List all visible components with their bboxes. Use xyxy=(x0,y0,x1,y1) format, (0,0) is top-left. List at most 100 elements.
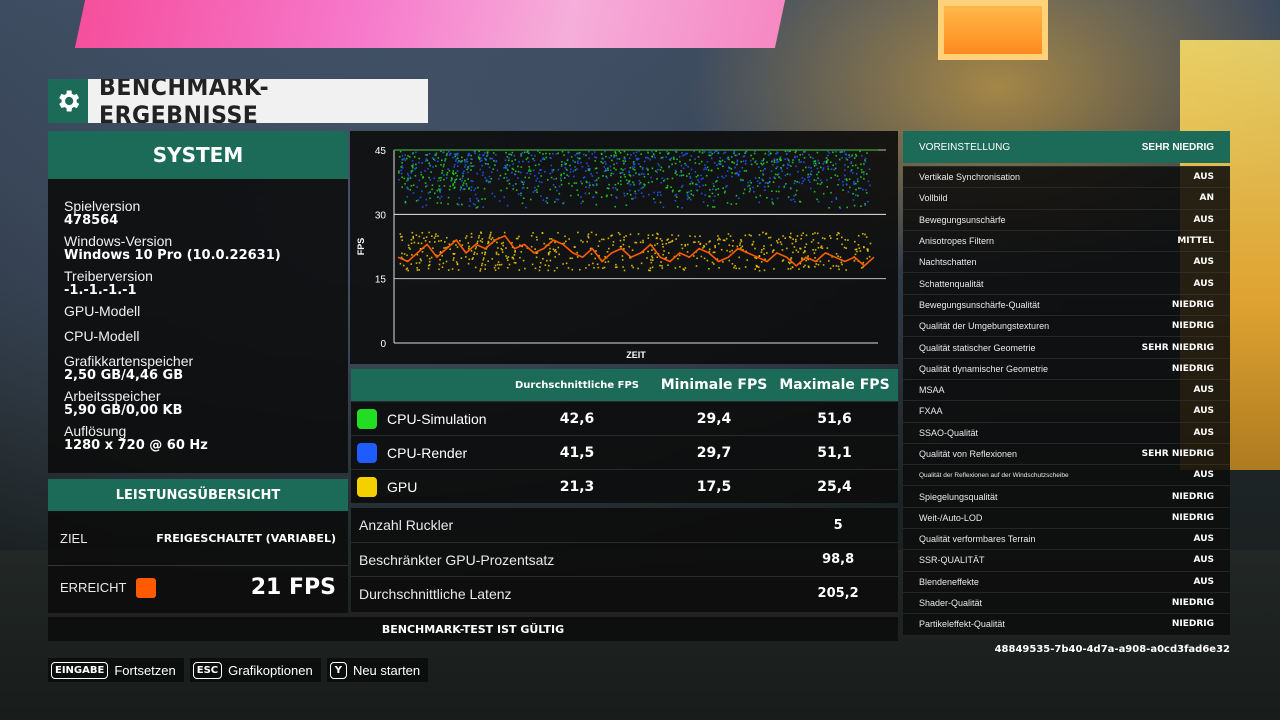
data-point xyxy=(807,179,810,181)
data-point xyxy=(404,154,406,156)
data-point xyxy=(786,173,789,175)
system-value: 1280 x 720 @ 60 Hz xyxy=(64,438,208,453)
data-point xyxy=(550,157,552,159)
data-point xyxy=(534,175,536,177)
data-point xyxy=(568,238,570,240)
data-point xyxy=(567,175,570,178)
data-point xyxy=(839,207,842,210)
achieved-fps: 21 FPS xyxy=(250,575,336,600)
data-point xyxy=(862,233,864,235)
graphics-options-button[interactable]: ESC Grafikoptionen xyxy=(189,658,321,682)
data-point xyxy=(775,153,777,155)
hint-label: Grafikoptionen xyxy=(228,662,313,678)
data-point xyxy=(686,251,689,253)
data-point xyxy=(776,241,779,244)
data-point xyxy=(612,187,614,189)
data-point xyxy=(507,259,509,261)
list-item: Durchschnittliche Latenz 205,2 xyxy=(351,576,898,610)
data-point xyxy=(435,152,438,155)
data-point xyxy=(414,167,417,170)
data-point xyxy=(588,264,590,266)
data-point xyxy=(515,183,517,185)
setting-value: NIEDRIG xyxy=(1171,491,1214,502)
data-point xyxy=(697,174,699,177)
misc-stats-panel: Anzahl Ruckler 5 Beschränkter GPU-Prozen… xyxy=(351,508,898,612)
data-point xyxy=(550,164,553,167)
data-point xyxy=(837,184,839,186)
data-point xyxy=(735,194,738,197)
data-point xyxy=(674,169,677,172)
data-point xyxy=(577,194,579,196)
data-point xyxy=(522,197,525,199)
data-point xyxy=(437,160,439,163)
data-point xyxy=(820,246,822,249)
data-point xyxy=(712,182,715,185)
data-point xyxy=(802,180,805,182)
data-point xyxy=(488,237,491,239)
data-point xyxy=(513,261,516,264)
data-point xyxy=(817,263,820,266)
data-point xyxy=(743,188,746,191)
data-point xyxy=(614,183,617,186)
data-point xyxy=(411,166,414,169)
settings-row: Anisotropes Filtern MITTEL xyxy=(903,229,1230,252)
data-point xyxy=(540,160,542,162)
data-point xyxy=(864,159,866,161)
data-point xyxy=(805,234,808,237)
data-point xyxy=(617,182,619,185)
data-point xyxy=(457,165,459,167)
data-point xyxy=(401,165,403,167)
data-point xyxy=(570,194,572,197)
data-point xyxy=(594,179,596,182)
data-point xyxy=(517,177,519,179)
data-point xyxy=(501,251,504,253)
data-point xyxy=(703,168,705,171)
continue-button[interactable]: EINGABE Fortsetzen xyxy=(48,658,184,682)
data-point xyxy=(535,179,537,182)
data-point xyxy=(810,174,813,176)
settings-row: FXAA AUS xyxy=(903,400,1230,422)
data-point xyxy=(506,180,509,182)
data-point xyxy=(704,184,707,186)
data-point xyxy=(532,158,534,160)
data-point xyxy=(814,249,817,251)
max-fps: 25,4 xyxy=(817,478,852,495)
data-point xyxy=(857,167,859,169)
data-point xyxy=(733,266,735,269)
settings-row: Bewegungsunschärfe AUS xyxy=(903,208,1230,230)
data-point xyxy=(503,177,505,179)
data-point xyxy=(641,168,644,171)
data-point xyxy=(441,255,443,257)
setting-value: MITTEL xyxy=(1177,236,1214,247)
data-point xyxy=(733,151,735,154)
data-point xyxy=(666,186,669,189)
data-point xyxy=(588,157,590,160)
data-point xyxy=(726,157,729,160)
data-point xyxy=(634,241,636,244)
data-point xyxy=(813,252,816,254)
data-point xyxy=(735,267,737,270)
data-point xyxy=(773,158,776,160)
data-point xyxy=(513,254,516,256)
data-point xyxy=(783,185,786,187)
data-point xyxy=(714,246,716,249)
data-point xyxy=(627,182,630,184)
avg-fps: 41,5 xyxy=(559,444,595,461)
data-point xyxy=(834,174,837,176)
data-point xyxy=(689,159,691,161)
data-point xyxy=(590,253,593,255)
data-point xyxy=(592,196,594,199)
enter-key-icon: EINGABE xyxy=(51,661,109,679)
data-point xyxy=(506,267,509,269)
data-point xyxy=(401,154,404,157)
restart-button[interactable]: Y Neu starten xyxy=(326,658,429,682)
data-point xyxy=(546,259,548,262)
data-point xyxy=(461,180,463,182)
page-title-bar: BENCHMARK-ERGEBNISSE xyxy=(48,79,428,123)
data-point xyxy=(696,257,698,260)
data-point xyxy=(608,247,610,250)
data-point xyxy=(475,246,477,248)
data-point xyxy=(530,198,532,201)
data-point xyxy=(738,197,740,200)
data-point xyxy=(634,192,637,195)
